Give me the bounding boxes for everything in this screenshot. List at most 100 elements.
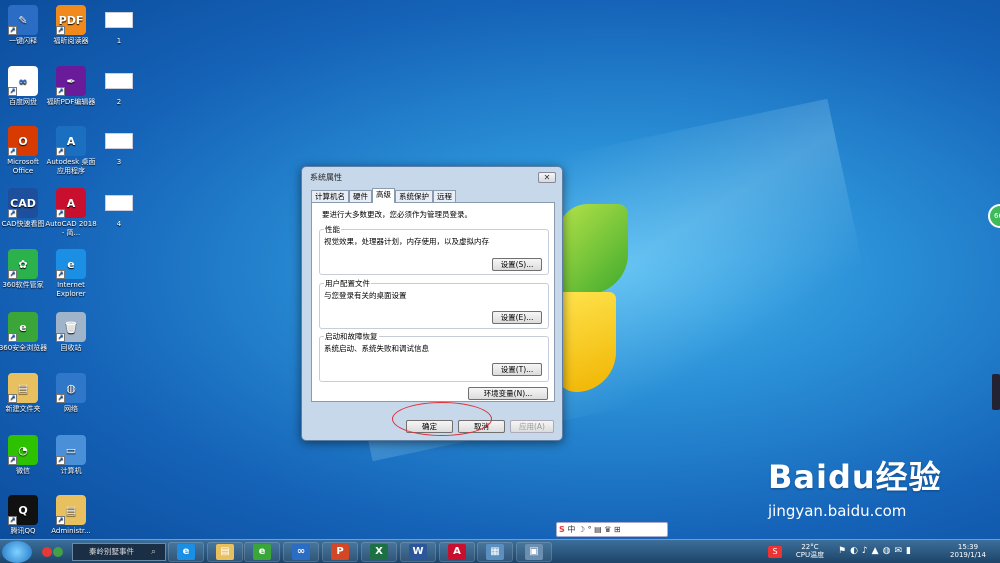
image-file-icon [104, 126, 134, 156]
taskbar-ie-icon[interactable]: e [168, 542, 204, 562]
shortcut-arrow-icon: ↗ [56, 516, 65, 525]
taskbar-search-input[interactable]: 秦岭别墅事件 ⌕ [72, 543, 166, 561]
excel-glyph: X [370, 544, 388, 560]
desktop-icon[interactable]: 2 [93, 66, 145, 107]
dialog-title: 系统属性 [310, 173, 342, 182]
taskbar-explorer-icon[interactable]: ▤ [207, 542, 243, 562]
desktop-icon[interactable]: ∞ ↗ 百度网盘 [0, 66, 49, 107]
desktop-icon[interactable]: Q ↗ 腾讯QQ [0, 495, 49, 536]
clock-date: 2019/1/14 [950, 551, 986, 559]
desktop-icon[interactable]: ▭ ↗ 计算机 [45, 435, 97, 476]
desktop-icon-label: Administr... [51, 527, 91, 535]
start-button[interactable] [2, 541, 32, 563]
app-icon: ✎ ↗ [8, 5, 38, 35]
desktop-icon[interactable]: ✿ ↗ 360软件管家 [0, 249, 49, 290]
desktop-icon[interactable]: 3 [93, 126, 145, 167]
startup-recovery-description: 系统启动、系统失败和调试信息 [324, 344, 429, 353]
desktop-icon-label: 微信 [16, 467, 30, 475]
desktop-icon[interactable]: O ↗ Microsoft Office [0, 126, 49, 176]
desktop-icon-label: 回收站 [60, 344, 82, 352]
taskbar-powerpoint-icon[interactable]: P [322, 542, 358, 562]
startup-recovery-settings-button[interactable]: 设置(T)... [492, 363, 542, 376]
app-icon: ∞ ↗ [8, 66, 38, 96]
app-icon: A ↗ [56, 188, 86, 218]
desktop-icon[interactable]: e ↗ Internet Explorer [45, 249, 97, 299]
desktop-icon-label: 2 [116, 98, 122, 106]
tray-icons[interactable]: ⚑◐♪▲◍✉▮ [838, 547, 938, 556]
image-file-icon [104, 5, 134, 35]
desktop-icon[interactable]: CAD ↗ CAD快速看图 [0, 188, 49, 229]
desktop-icon-label: 一键闪释 [9, 37, 37, 45]
tab-advanced[interactable]: 高级 [372, 188, 395, 203]
desktop-icon[interactable]: ▤ ↗ 新建文件夹 [0, 373, 49, 414]
advanced-tab-panel: 要进行大多数更改，您必须作为管理员登录。 性能 视觉效果，处理器计划，内存使用，… [311, 202, 555, 402]
desktop-icon-label: 网络 [64, 405, 78, 413]
taskbar-word-icon[interactable]: W [400, 542, 436, 562]
desktop-icon[interactable]: 🗑 ↗ 回收站 [45, 312, 97, 353]
desktop-icon[interactable]: ✒ ↗ 福昕PDF编辑器 [45, 66, 97, 107]
app-icon: Q ↗ [8, 495, 38, 525]
shortcut-arrow-icon: ↗ [8, 456, 17, 465]
desktop-icon[interactable]: ◔ ↗ 微信 [0, 435, 49, 476]
desktop-icon[interactable]: ✎ ↗ 一键闪释 [0, 5, 49, 46]
desktop-icon-label: AutoCAD 2018 - 简... [45, 220, 97, 237]
taskbar-system-icon[interactable]: ▦ [477, 542, 513, 562]
user-profiles-settings-button[interactable]: 设置(E)... [492, 311, 542, 324]
taskbar-360browser-icon[interactable]: e [244, 542, 280, 562]
app-icon: PDF ↗ [56, 5, 86, 35]
desktop-icon[interactable]: 1 [93, 5, 145, 46]
shortcut-arrow-icon: ↗ [8, 516, 17, 525]
taskbar-autocad-icon[interactable]: A [439, 542, 475, 562]
network-glyph: ▣ [525, 544, 543, 560]
desktop-icon[interactable]: A ↗ AutoCAD 2018 - 简... [45, 188, 97, 238]
desktop-icon-label: CAD快速看图 [1, 220, 45, 228]
app-icon: ✒ ↗ [56, 66, 86, 96]
apply-button[interactable]: 应用(A) [510, 420, 554, 433]
app-icon: e ↗ [8, 312, 38, 342]
desktop-icon-label: Internet Explorer [56, 281, 86, 298]
admin-note: 要进行大多数更改，您必须作为管理员登录。 [322, 210, 472, 219]
close-button[interactable]: ✕ [538, 172, 556, 183]
taskbar-excel-icon[interactable]: X [361, 542, 397, 562]
word-glyph: W [409, 544, 427, 560]
startup-recovery-group: 启动和故障恢复 系统启动、系统失败和调试信息 设置(T)... [319, 331, 549, 382]
sogou-tray-icon[interactable]: S [768, 546, 782, 558]
shortcut-arrow-icon: ↗ [56, 87, 65, 96]
desktop-icon[interactable]: ▤ ↗ Administr... [45, 495, 97, 536]
shortcut-arrow-icon: ↗ [8, 26, 17, 35]
desktop-icon-label: Microsoft Office [7, 158, 39, 175]
app-icon: 🗑 ↗ [56, 312, 86, 342]
desktop-icon[interactable]: PDF ↗ 福昕阅读器 [45, 5, 97, 46]
cpu-temp-label: CPU温度 [795, 551, 825, 559]
desktop-icon[interactable]: ◍ ↗ 网络 [45, 373, 97, 414]
ime-toolbar[interactable]: S 中 ☽ ° ▤ ♛ ⊞ [556, 522, 668, 537]
search-icon: ⌕ [151, 547, 157, 557]
desktop-icon-label: 360安全浏览器 [0, 344, 48, 352]
desktop-icon-label: 百度网盘 [9, 98, 37, 106]
app-icon: CAD ↗ [8, 188, 38, 218]
taskbar-baidunetdisk-icon[interactable]: ∞ [283, 542, 319, 562]
ie-glyph: e [177, 544, 195, 560]
desktop-icon-label: Autodesk 桌面应用程序 [46, 158, 96, 175]
sogou-logo-icon: S [559, 525, 565, 534]
clock-time: 15:39 [957, 543, 979, 551]
taskbar-network-icon[interactable]: ▣ [516, 542, 552, 562]
user-profiles-group: 用户配置文件 与您登录有关的桌面设置 设置(E)... [319, 278, 549, 329]
cpu-temperature: 22°C CPU温度 [790, 543, 830, 559]
desktop-icon[interactable]: A ↗ Autodesk 桌面应用程序 [45, 126, 97, 176]
qq-taskbar-icon[interactable] [40, 545, 66, 559]
desktop-icon[interactable]: e ↗ 360安全浏览器 [0, 312, 49, 353]
system-glyph: ▦ [486, 544, 504, 560]
system-properties-dialog: 系统属性 ✕ 计算机名 硬件 高级 系统保护 远程 要进行大多数更改，您必须作为… [301, 166, 563, 441]
taskbar: 秦岭别墅事件 ⌕ e ▤ e ∞ P X W A ▦ ▣ S 22°C CPU温度 ⚑◐♪▲◍✉▮… [0, 539, 1000, 563]
performance-settings-button[interactable]: 设置(S)... [492, 258, 542, 271]
desktop-icon[interactable]: 4 [93, 188, 145, 229]
shortcut-arrow-icon: ↗ [56, 333, 65, 342]
ime-status-icons: 中 ☽ ° ▤ ♛ ⊞ [567, 525, 621, 534]
environment-variables-button[interactable]: 环境变量(N)... [468, 387, 548, 400]
floating-assistant-bubble[interactable]: 66 [988, 204, 1000, 228]
shortcut-arrow-icon: ↗ [56, 147, 65, 156]
windows-logo-green-pane [558, 204, 628, 294]
clock[interactable]: 15:39 2019/1/14 [940, 543, 996, 559]
image-file-icon [104, 188, 134, 218]
